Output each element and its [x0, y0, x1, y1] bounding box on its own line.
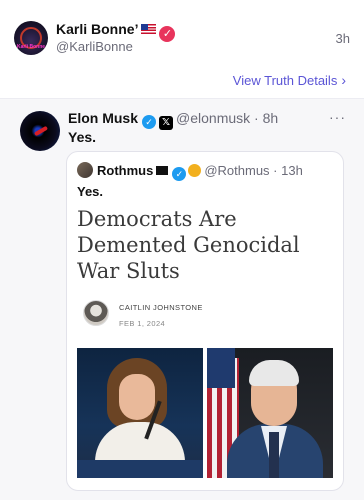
photo-man-smiling: [207, 348, 333, 478]
embedded-avatar[interactable]: [20, 111, 60, 151]
chevron-right-icon: ›: [341, 72, 346, 88]
article-date: FEB 1, 2024: [119, 319, 166, 328]
quoted-avatar[interactable]: [77, 162, 93, 178]
embedded-author-name: Elon Musk: [68, 110, 139, 126]
view-details-label: View Truth Details: [232, 73, 338, 88]
article-headline: Democrats Are Demented Genocidal War Slu…: [77, 207, 300, 283]
verified-check-icon: ✓: [142, 115, 157, 129]
embedded-post[interactable]: Elon Musk ✓ 𝕏 @elonmusk · 8h ··· Yes. Rothm…: [0, 98, 364, 500]
avatar-text: Karli Bonne: [16, 44, 46, 50]
more-horizontal-icon[interactable]: ···: [329, 109, 346, 125]
verified-check-icon: ✓: [172, 167, 187, 181]
black-flag-icon: [156, 166, 169, 175]
gold-badge-icon: [188, 164, 202, 177]
avatar-red-streak: [33, 125, 49, 137]
us-flag-icon: [141, 24, 157, 34]
embedded-author[interactable]: Elon Musk ✓ 𝕏 @elonmusk · 8h: [68, 110, 278, 130]
article-author: CAITLIN JOHNSTONE: [119, 303, 203, 312]
embedded-body: Yes.: [68, 129, 97, 145]
x-logo-icon: 𝕏: [159, 116, 174, 130]
quoted-author[interactable]: Rothmus ✓ @Rothmus · 13h: [97, 163, 303, 181]
article-images[interactable]: [77, 348, 333, 478]
avatar[interactable]: Karli Bonne: [14, 21, 48, 55]
quoted-body: Yes.: [77, 184, 104, 199]
photo-woman-speaking: [77, 348, 203, 478]
article-preview[interactable]: Democrats Are Demented Genocidal War Slu…: [77, 206, 333, 328]
post-timestamp: 3h: [335, 31, 350, 46]
view-truth-details-link[interactable]: View Truth Details ›: [233, 72, 346, 88]
post-header: Karli Bonne Karli Bonne’ ✓ @KarliBonne 3h: [0, 0, 364, 68]
quoted-handle-time: @Rothmus · 13h: [204, 163, 303, 178]
quoted-author-name: Rothmus: [97, 163, 154, 178]
embedded-handle-time: @elonmusk · 8h: [176, 110, 279, 126]
verified-badge-icon: ✓: [159, 26, 176, 42]
quoted-post-card[interactable]: Rothmus ✓ @Rothmus · 13h Yes. Democrats Ar…: [66, 151, 344, 491]
article-author-avatar: [83, 300, 109, 326]
author-name-text: Karli Bonne’: [56, 21, 139, 37]
author-handle[interactable]: @KarliBonne: [56, 39, 133, 54]
